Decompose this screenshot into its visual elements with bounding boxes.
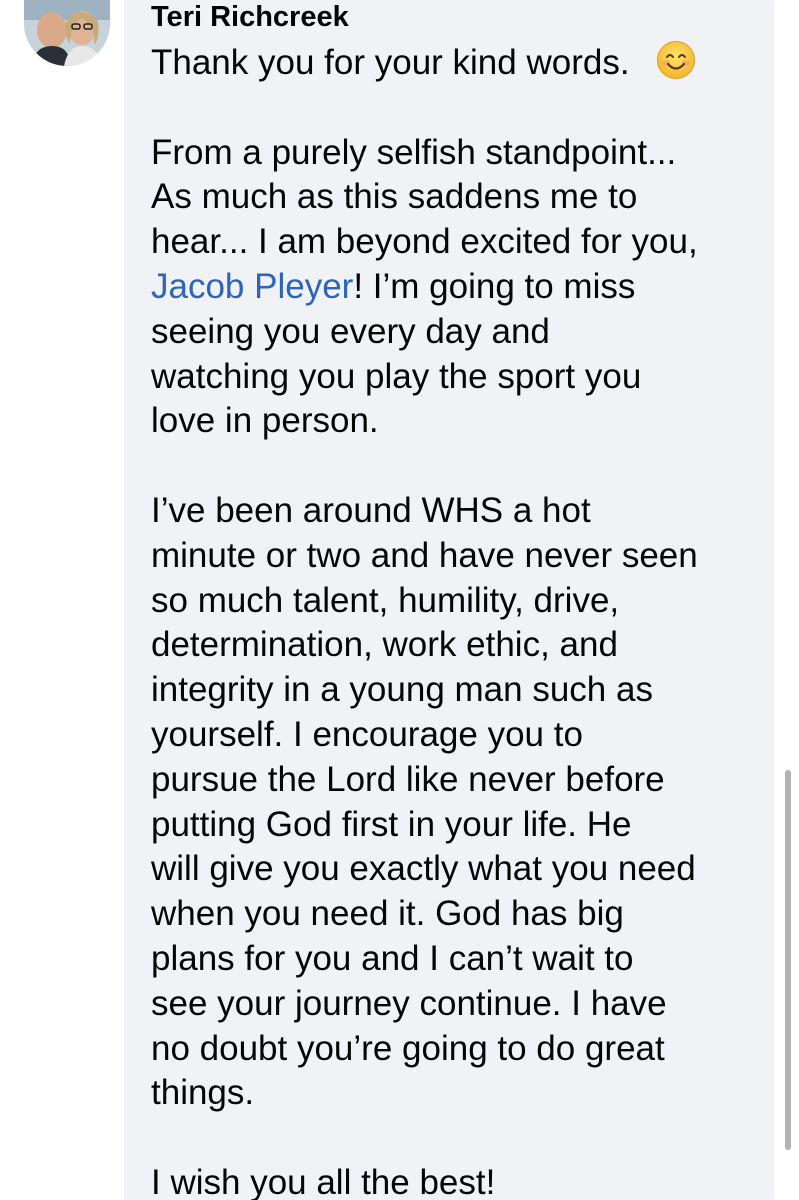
scrollbar[interactable] — [785, 770, 791, 1150]
comment-line: From a purely selfish standpoint... — [151, 132, 677, 172]
comment-line: hear... I am beyond excited for you, — [151, 222, 698, 262]
comment-line: I’ve been around WHS a hot — [151, 490, 591, 530]
comment-line: Thank you for your kind words. — [151, 40, 761, 86]
comment-line: seeing you every day and — [151, 311, 550, 351]
comment-line: no doubt you’re going to do great — [151, 1028, 665, 1068]
comment-author-name[interactable]: Teri Richcreek — [151, 0, 349, 34]
mention-link[interactable]: Jacob Pleyer — [151, 267, 353, 306]
comment-line: things. — [151, 1073, 255, 1113]
comment-line: minute or two and have never seen — [151, 535, 698, 575]
comment-line: yourself. I encourage you to — [151, 714, 583, 754]
comment-line: As much as this saddens me to — [151, 177, 638, 217]
comment-thread: Teri Richcreek Thank you for your kind w… — [0, 0, 799, 1200]
avatar[interactable] — [24, 0, 110, 66]
smiling-face-icon — [656, 41, 695, 79]
comment-line: plans for you and I can’t wait to — [151, 938, 634, 978]
comment-line: when you need it. God has big — [151, 894, 624, 934]
comment-line: determination, work ethic, and — [151, 625, 618, 665]
comment-line: so much talent, humility, drive, — [151, 580, 620, 620]
comment-line: will give you exactly what you need — [151, 849, 696, 889]
comment-line: I wish you all the best! — [151, 1162, 496, 1200]
comment-body: Thank you for your kind words. From a pu… — [151, 40, 761, 1200]
comment-text: Thank you for your kind words. — [151, 43, 630, 82]
comment-line: pursue the Lord like never before — [151, 759, 665, 799]
comment-line: see your journey continue. I have — [151, 983, 667, 1023]
comment-line: integrity in a young man such as — [151, 670, 653, 710]
comment-text: ! I’m going to miss — [353, 266, 636, 306]
comment-line: love in person. — [151, 401, 379, 441]
comment-line: putting God first in your life. He — [151, 804, 632, 844]
profile-photo — [24, 0, 110, 66]
comment-line: watching you play the sport you — [151, 356, 642, 396]
comment-line: Jacob Pleyer! I’m going to miss — [151, 265, 761, 310]
